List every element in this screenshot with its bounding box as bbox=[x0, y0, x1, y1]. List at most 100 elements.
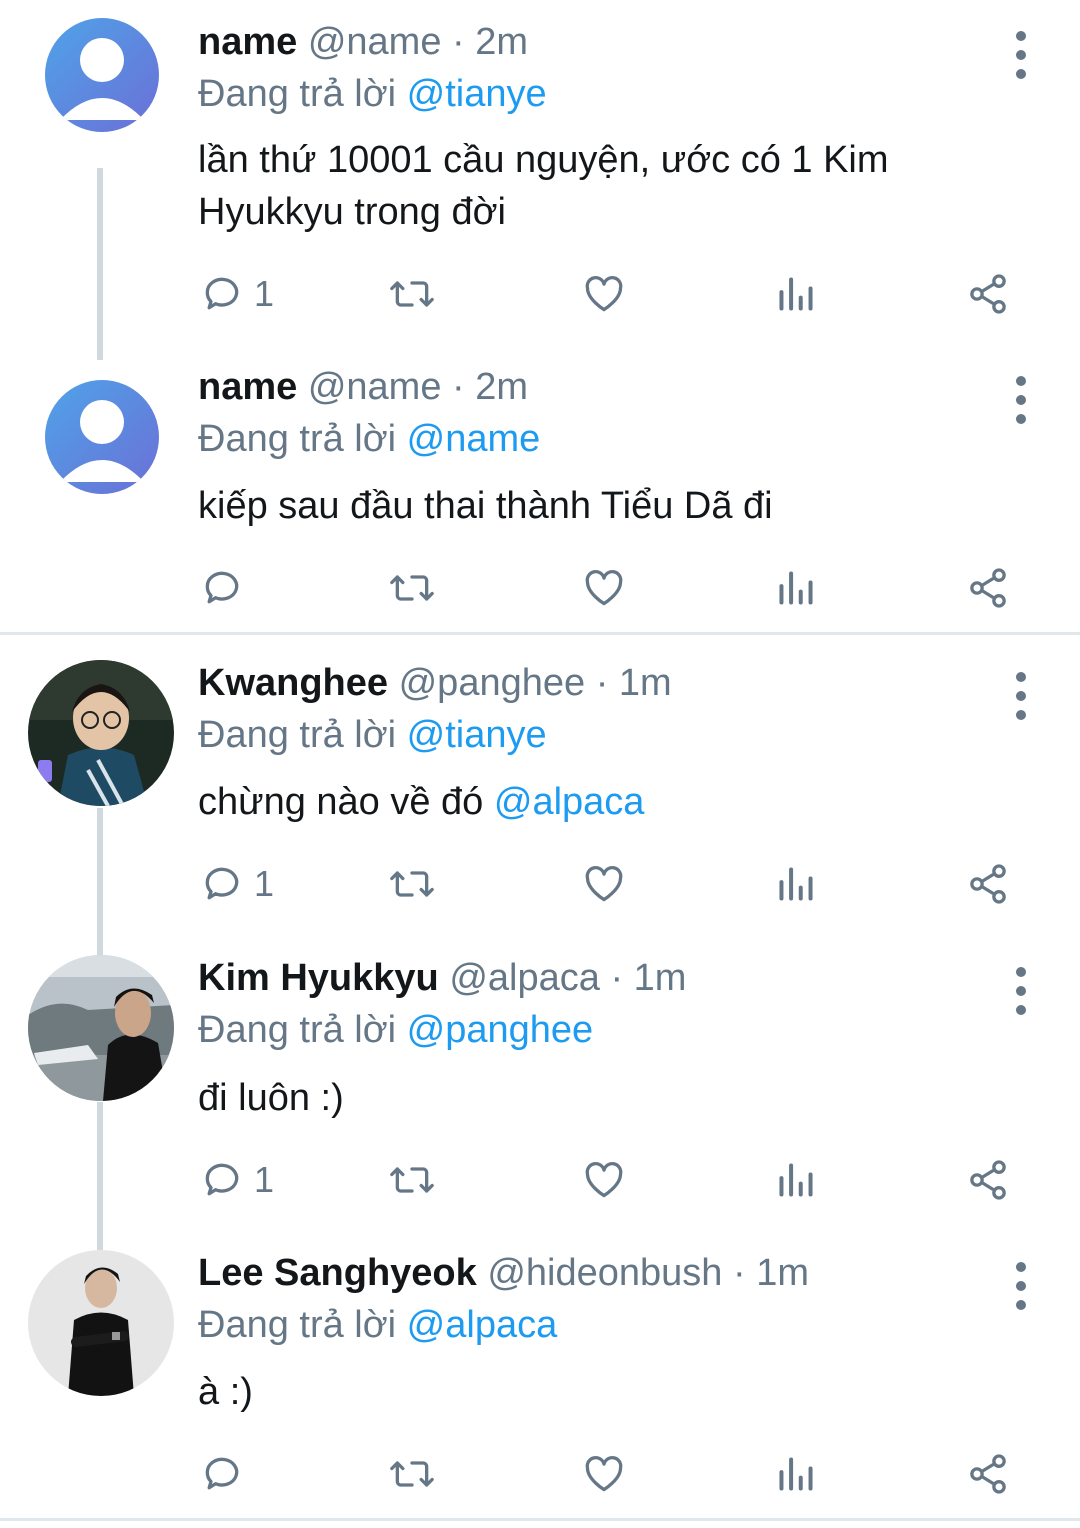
share-icon bbox=[970, 1454, 1006, 1494]
avatar-photo[interactable] bbox=[28, 1250, 174, 1396]
replying-to-label: Đang trả lời bbox=[198, 714, 397, 756]
heart-icon bbox=[585, 1162, 623, 1198]
share-button[interactable] bbox=[966, 558, 1010, 618]
timestamp[interactable]: 2m bbox=[475, 366, 528, 408]
reply-mention[interactable]: @tianye bbox=[407, 714, 547, 756]
retweet-icon bbox=[390, 1461, 434, 1487]
reply-count: 1 bbox=[254, 273, 275, 314]
like-button[interactable] bbox=[582, 558, 626, 618]
reply-mention[interactable]: @alpaca bbox=[407, 1304, 558, 1346]
text-mention[interactable]: @alpaca bbox=[494, 781, 645, 823]
retweet-button[interactable] bbox=[388, 558, 436, 618]
retweet-icon bbox=[390, 281, 434, 307]
reply-icon bbox=[205, 1457, 239, 1490]
replying-to-label: Đang trả lời bbox=[198, 418, 397, 460]
timestamp[interactable]: 1m bbox=[634, 957, 687, 999]
reply-mention[interactable]: @panghee bbox=[407, 1009, 594, 1051]
analytics-icon bbox=[779, 867, 813, 901]
separator: · bbox=[732, 1252, 746, 1294]
more-vertical-icon[interactable] bbox=[1004, 1256, 1038, 1316]
share-button[interactable] bbox=[966, 1444, 1010, 1504]
heart-icon bbox=[585, 866, 623, 902]
reply-button[interactable]: 1 bbox=[200, 264, 274, 324]
analytics-button[interactable] bbox=[776, 1150, 816, 1210]
share-icon bbox=[970, 864, 1006, 904]
retweet-icon bbox=[390, 1167, 434, 1193]
more-vertical-icon[interactable] bbox=[1004, 961, 1038, 1021]
share-icon bbox=[970, 274, 1006, 314]
retweet-button[interactable] bbox=[388, 264, 436, 324]
tweet-text: chừng nào về đó @alpaca bbox=[198, 776, 1018, 828]
display-name[interactable]: Kim Hyukkyu bbox=[198, 957, 439, 999]
reply-icon bbox=[205, 571, 239, 604]
reply-count: 1 bbox=[254, 863, 275, 904]
avatar-photo[interactable] bbox=[28, 660, 174, 806]
tweet-actions: 1 bbox=[0, 854, 1080, 914]
display-name[interactable]: name bbox=[198, 366, 297, 408]
like-button[interactable] bbox=[582, 264, 626, 324]
reply-button[interactable]: 1 bbox=[200, 854, 274, 914]
retweet-button[interactable] bbox=[388, 1150, 436, 1210]
tweet-header: name @name · 2m bbox=[198, 365, 528, 409]
replying-to-label: Đang trả lời bbox=[198, 1009, 397, 1051]
share-button[interactable] bbox=[966, 264, 1010, 324]
retweet-icon bbox=[390, 575, 434, 601]
analytics-icon bbox=[779, 571, 813, 605]
reply-button[interactable] bbox=[200, 558, 254, 618]
timestamp[interactable]: 1m bbox=[756, 1252, 809, 1294]
display-name[interactable]: name bbox=[198, 21, 297, 63]
display-name[interactable]: Lee Sanghyeok bbox=[198, 1252, 477, 1294]
replying-to: Đang trả lời @tianye bbox=[198, 72, 547, 116]
handle[interactable]: @panghee bbox=[399, 662, 586, 704]
avatar-default[interactable] bbox=[45, 380, 159, 494]
more-vertical-icon[interactable] bbox=[1004, 666, 1038, 726]
analytics-icon bbox=[779, 1457, 813, 1491]
share-button[interactable] bbox=[966, 1150, 1010, 1210]
handle[interactable]: @hideonbush bbox=[487, 1252, 722, 1294]
tweet-actions: 1 bbox=[0, 264, 1080, 324]
tweet-text: lần thứ 10001 cầu nguyện, ước có 1 Kim H… bbox=[198, 139, 889, 233]
divider bbox=[0, 632, 1080, 635]
share-icon bbox=[970, 568, 1006, 608]
like-button[interactable] bbox=[582, 1444, 626, 1504]
timestamp[interactable]: 1m bbox=[619, 662, 672, 704]
reply-count: 1 bbox=[254, 1159, 275, 1200]
tweet-actions: 1 bbox=[0, 1150, 1080, 1210]
replying-to-label: Đang trả lời bbox=[198, 73, 397, 115]
reply-icon bbox=[205, 277, 239, 310]
timestamp[interactable]: 2m bbox=[475, 21, 528, 63]
analytics-button[interactable] bbox=[776, 264, 816, 324]
reply-icon bbox=[205, 867, 239, 900]
tweet-text-plain: chừng nào về đó bbox=[198, 781, 484, 823]
replying-to: Đang trả lời @tianye bbox=[198, 713, 547, 757]
analytics-button[interactable] bbox=[776, 854, 816, 914]
analytics-icon bbox=[779, 1163, 813, 1197]
heart-icon bbox=[585, 276, 623, 312]
like-button[interactable] bbox=[582, 854, 626, 914]
share-button[interactable] bbox=[966, 854, 1010, 914]
tweet-text: kiếp sau đầu thai thành Tiểu Dã đi bbox=[198, 485, 773, 527]
tweet-actions bbox=[0, 558, 1080, 618]
display-name[interactable]: Kwanghee bbox=[198, 662, 388, 704]
reply-mention[interactable]: @tianye bbox=[407, 73, 547, 115]
analytics-button[interactable] bbox=[776, 558, 816, 618]
retweet-button[interactable] bbox=[388, 854, 436, 914]
analytics-button[interactable] bbox=[776, 1444, 816, 1504]
separator: · bbox=[595, 662, 609, 704]
like-button[interactable] bbox=[582, 1150, 626, 1210]
reply-mention[interactable]: @name bbox=[407, 418, 541, 460]
handle[interactable]: @alpaca bbox=[449, 957, 600, 999]
reply-button[interactable] bbox=[200, 1444, 254, 1504]
separator: · bbox=[452, 21, 465, 63]
handle[interactable]: @name bbox=[308, 366, 442, 408]
avatar-photo[interactable] bbox=[28, 955, 174, 1101]
tweet-header: name @name · 2m bbox=[198, 20, 528, 64]
avatar-default[interactable] bbox=[45, 18, 159, 132]
tweet-actions bbox=[0, 1444, 1080, 1504]
more-vertical-icon[interactable] bbox=[1004, 370, 1038, 430]
reply-button[interactable]: 1 bbox=[200, 1150, 274, 1210]
analytics-icon bbox=[779, 277, 813, 311]
handle[interactable]: @name bbox=[308, 21, 442, 63]
retweet-button[interactable] bbox=[388, 1444, 436, 1504]
more-vertical-icon[interactable] bbox=[1004, 25, 1038, 85]
